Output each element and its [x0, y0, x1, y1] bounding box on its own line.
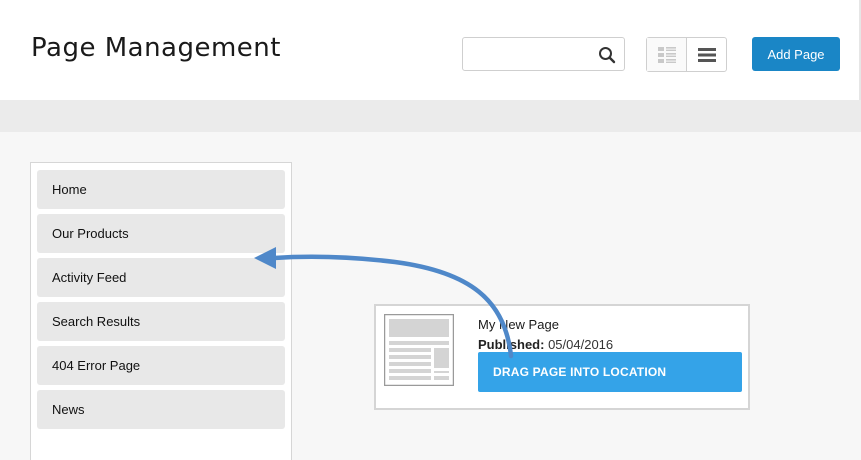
- toolbar-band: [0, 100, 861, 132]
- sidebar-item-our-products[interactable]: Our Products: [37, 214, 285, 253]
- list-view-icon: [697, 47, 716, 62]
- sidebar-item-search-results[interactable]: Search Results: [37, 302, 285, 341]
- page-title: Page Management: [31, 33, 281, 63]
- new-page-card[interactable]: My New Page Published: 05/04/2016 DRAG P…: [374, 304, 750, 410]
- published-date: 05/04/2016: [548, 337, 614, 352]
- card-page-title: My New Page: [478, 317, 559, 332]
- page-tree-sidebar: Home Our Products Activity Feed Search R…: [30, 162, 292, 460]
- list-view-button[interactable]: [687, 38, 726, 71]
- sidebar-item-404-error-page[interactable]: 404 Error Page: [37, 346, 285, 385]
- search-icon[interactable]: [598, 46, 616, 64]
- sidebar-item-home[interactable]: Home: [37, 170, 285, 209]
- drag-page-handle[interactable]: DRAG PAGE INTO LOCATION: [478, 352, 742, 392]
- sidebar-item-news[interactable]: News: [37, 390, 285, 429]
- header: Page Management Add Page: [0, 0, 861, 100]
- published-label: Published:: [478, 337, 545, 352]
- grid-view-button[interactable]: [647, 38, 687, 71]
- sidebar-item-activity-feed[interactable]: Activity Feed: [37, 258, 285, 297]
- view-toggle: [646, 37, 727, 72]
- card-published: Published: 05/04/2016: [478, 337, 613, 352]
- page-thumbnail-icon: [384, 314, 454, 386]
- search-input[interactable]: [469, 44, 594, 64]
- grid-view-icon: [657, 46, 676, 63]
- add-page-button[interactable]: Add Page: [752, 37, 840, 71]
- search-box[interactable]: [462, 37, 625, 71]
